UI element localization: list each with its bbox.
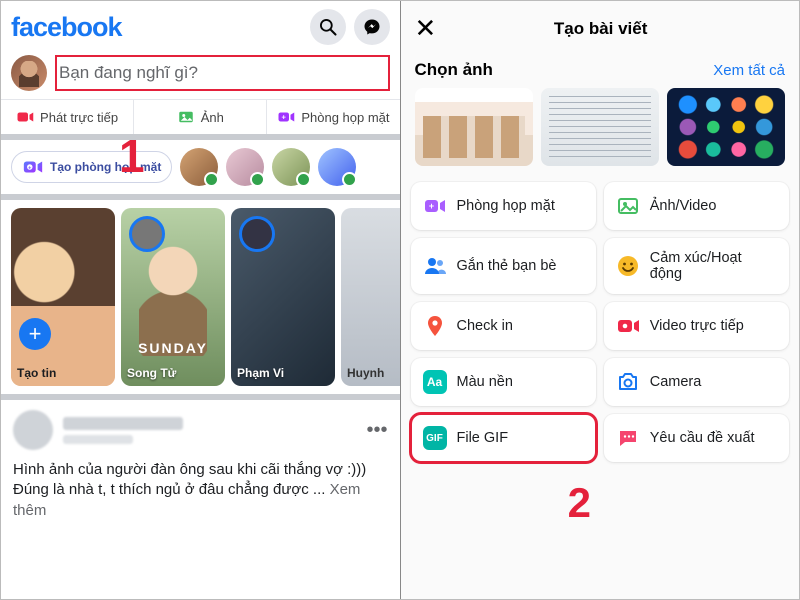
gif-icon: GIF xyxy=(423,426,447,450)
online-friend[interactable] xyxy=(180,148,218,186)
svg-text:+: + xyxy=(28,165,31,171)
option-live-video[interactable]: Video trực tiếp xyxy=(604,302,789,350)
speech-icon xyxy=(616,426,640,450)
action-photo[interactable]: Ảnh xyxy=(134,100,267,134)
messenger-button[interactable] xyxy=(354,9,390,45)
annotation-2: 2 xyxy=(568,479,591,527)
svg-text:+: + xyxy=(282,112,287,121)
close-button[interactable]: ✕ xyxy=(415,13,437,44)
photo-icon xyxy=(616,194,640,218)
emoji-icon xyxy=(616,254,640,278)
story-item[interactable]: Huynh xyxy=(341,208,400,386)
room-icon: + xyxy=(277,108,295,126)
section-label: Chọn ảnh xyxy=(415,60,493,80)
option-photo-video[interactable]: Ảnh/Video xyxy=(604,182,789,230)
live-icon xyxy=(616,314,640,338)
option-checkin[interactable]: Check in xyxy=(411,302,596,350)
location-icon xyxy=(423,314,447,338)
story-create[interactable]: + Tạo tin xyxy=(11,208,115,386)
composer-highlight: Bạn đang nghĩ gì? xyxy=(55,55,390,91)
photo-thumbnails xyxy=(401,88,800,178)
action-room[interactable]: + Phòng họp mặt xyxy=(267,100,399,134)
create-post-screen: ✕ Tạo bài viết Chọn ảnh Xem tất cả + Phò… xyxy=(401,1,800,599)
camera-plus-icon: + xyxy=(22,156,44,178)
option-recommendations[interactable]: Yêu cầu đề xuất xyxy=(604,414,789,462)
live-icon xyxy=(16,108,34,126)
post-author[interactable] xyxy=(63,417,356,444)
online-friend[interactable] xyxy=(272,148,310,186)
camera-icon xyxy=(616,370,640,394)
composer-actions: Phát trực tiếp Ảnh + Phòng họp mặt xyxy=(1,99,400,140)
photo-thumbnail[interactable] xyxy=(541,88,659,166)
action-live[interactable]: Phát trực tiếp xyxy=(1,100,134,134)
photo-icon xyxy=(177,108,195,126)
option-camera[interactable]: Camera xyxy=(604,358,789,406)
story-item[interactable]: SUNDAY Song Tử xyxy=(121,208,225,386)
room-icon: + xyxy=(423,194,447,218)
story-avatar-ring xyxy=(129,216,165,252)
search-button[interactable] xyxy=(310,9,346,45)
option-background[interactable]: Aa Màu nền xyxy=(411,358,596,406)
photo-thumbnail[interactable] xyxy=(667,88,785,166)
post: ••• Hình ảnh của người đàn ông sau khi c… xyxy=(1,400,400,531)
photo-thumbnail[interactable] xyxy=(415,88,533,166)
create-room-button[interactable]: + Tạo phòng họp mặt xyxy=(11,151,172,183)
user-avatar[interactable] xyxy=(11,55,47,91)
rooms-row: + Tạo phòng họp mặt xyxy=(1,140,400,200)
post-text: Hình ảnh của người đàn ông sau khi cãi t… xyxy=(13,460,388,521)
feed-screen: facebook Bạn đang nghĩ gì? Phát trực tiế… xyxy=(1,1,400,599)
story-avatar-ring xyxy=(239,216,275,252)
modal-title: Tạo bài viết xyxy=(436,19,765,39)
people-icon xyxy=(423,254,447,278)
composer-input[interactable]: Bạn đang nghĩ gì? xyxy=(59,63,386,83)
post-options-grid: + Phòng họp mặt Ảnh/Video Gắn thẻ bạn bè… xyxy=(401,178,800,472)
online-friend[interactable] xyxy=(226,148,264,186)
messenger-icon xyxy=(362,17,382,37)
option-gif[interactable]: GIF File GIF xyxy=(411,414,596,462)
option-tag-friends[interactable]: Gắn thẻ bạn bè xyxy=(411,238,596,294)
post-avatar[interactable] xyxy=(13,410,53,450)
online-friend[interactable] xyxy=(318,148,356,186)
post-menu-button[interactable]: ••• xyxy=(366,419,387,442)
facebook-logo: facebook xyxy=(11,12,302,43)
svg-text:+: + xyxy=(428,201,433,211)
plus-icon: + xyxy=(19,318,51,350)
story-item[interactable]: Phạm Vi xyxy=(231,208,335,386)
option-room[interactable]: + Phòng họp mặt xyxy=(411,182,596,230)
search-icon xyxy=(318,17,338,37)
option-feeling[interactable]: Cảm xúc/Hoạt động xyxy=(604,238,789,294)
annotation-1: 1 xyxy=(119,129,145,183)
stories-row: + Tạo tin SUNDAY Song Tử Phạm Vi Huynh xyxy=(1,200,400,400)
see-all-link[interactable]: Xem tất cả xyxy=(713,62,785,79)
text-bg-icon: Aa xyxy=(423,370,447,394)
